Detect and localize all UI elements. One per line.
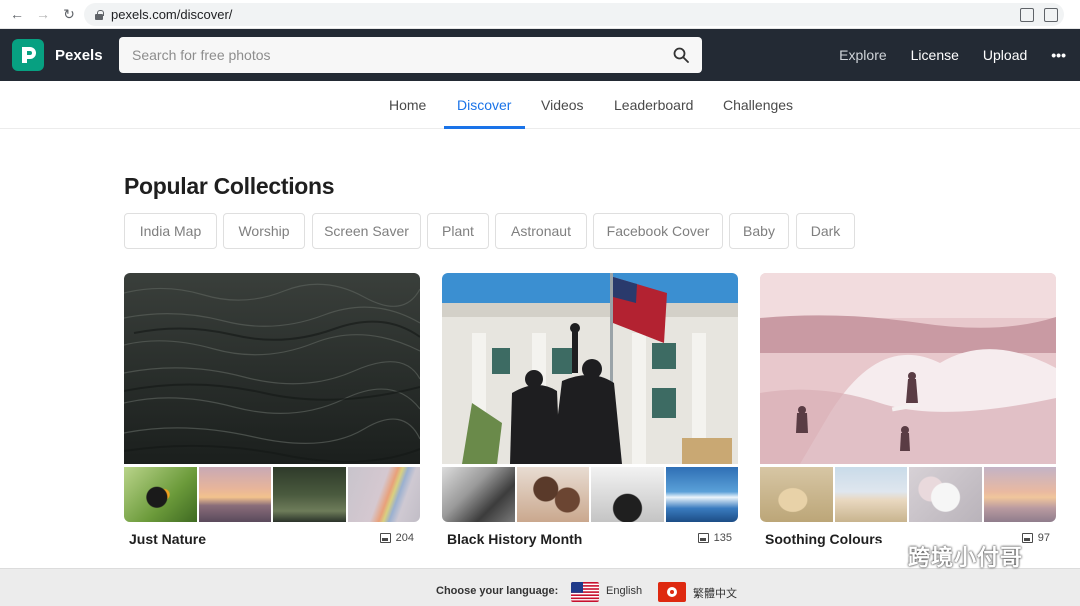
more-menu-icon[interactable]: •••: [1051, 48, 1066, 62]
language-footer: Choose your language: English 繁體中文: [0, 568, 1080, 606]
search-input[interactable]: [132, 47, 652, 63]
thumbnail-image[interactable]: [273, 467, 346, 522]
collection-title[interactable]: Just Nature: [129, 531, 206, 547]
thumbnail-image[interactable]: [442, 467, 515, 522]
back-icon[interactable]: ←: [4, 0, 30, 29]
collection-count: 97: [1021, 532, 1050, 544]
active-tab-indicator: [444, 126, 525, 129]
thumbnail-image[interactable]: [198, 467, 271, 522]
thumbnail-image[interactable]: [591, 467, 664, 522]
share-icon[interactable]: [1044, 7, 1058, 22]
thumbnail-image[interactable]: [834, 467, 907, 522]
browser-toolbar: ← → ↻ pexels.com/discover/: [0, 0, 1080, 29]
collection-cover-image[interactable]: [124, 273, 420, 464]
language-traditional-chinese[interactable]: 繁體中文: [693, 585, 737, 601]
thumbnail-image[interactable]: [124, 467, 197, 522]
thumbnail-image[interactable]: [347, 467, 420, 522]
wechat-icon: [867, 543, 901, 568]
us-flag-icon[interactable]: [571, 582, 599, 602]
collection-cover-image[interactable]: [760, 273, 1056, 464]
lock-icon: [94, 9, 104, 20]
collection-count-value: 135: [713, 532, 732, 544]
collection-count: 135: [697, 532, 732, 544]
address-url: pexels.com/discover/: [111, 7, 233, 22]
thumbnail-image[interactable]: [909, 467, 982, 522]
chip-facebook-cover[interactable]: Facebook Cover: [593, 213, 723, 249]
translate-icon[interactable]: [1020, 7, 1034, 22]
collection-thumbnails: [124, 467, 420, 522]
photos-icon: [1021, 533, 1033, 543]
thumbnail-image[interactable]: [983, 467, 1056, 522]
collection-count-value: 97: [1037, 532, 1050, 544]
collection-count-value: 204: [395, 532, 414, 544]
tab-videos[interactable]: Videos: [541, 81, 584, 129]
thumbnail-image[interactable]: [760, 467, 833, 522]
language-english[interactable]: English: [606, 585, 642, 597]
thumbnail-image[interactable]: [516, 467, 589, 522]
chip-astronaut[interactable]: Astronaut: [495, 213, 587, 249]
collection-thumbnails: [760, 467, 1056, 522]
chip-india-map[interactable]: India Map: [124, 213, 217, 249]
thumbnail-image[interactable]: [665, 467, 738, 522]
forward-icon[interactable]: →: [30, 0, 56, 29]
tab-home[interactable]: Home: [389, 81, 426, 129]
chip-dark[interactable]: Dark: [796, 213, 855, 249]
photos-icon: [379, 533, 391, 543]
nav-upload[interactable]: Upload: [983, 47, 1027, 63]
search-icon[interactable]: [673, 47, 689, 63]
page-title: Popular Collections: [124, 173, 335, 199]
watermark: 跨境小付哥: [866, 540, 1023, 572]
photos-icon: [697, 533, 709, 543]
nav-explore[interactable]: Explore: [839, 47, 886, 63]
tab-challenges[interactable]: Challenges: [723, 81, 793, 129]
collection-thumbnails: [442, 467, 738, 522]
chip-worship[interactable]: Worship: [223, 213, 305, 249]
watermark-text: 跨境小付哥: [908, 545, 1024, 570]
brand-name[interactable]: Pexels: [55, 29, 103, 81]
tab-discover[interactable]: Discover: [457, 81, 511, 129]
secondary-nav: Home Discover Videos Leaderboard Challen…: [0, 81, 1080, 129]
nav-license[interactable]: License: [911, 47, 959, 63]
language-label: Choose your language:: [436, 585, 559, 597]
search-bar[interactable]: [119, 37, 702, 73]
collection-cover-image[interactable]: [442, 273, 738, 464]
pexels-logo-icon[interactable]: [12, 39, 44, 71]
collection-count: 204: [379, 532, 414, 544]
collection-title[interactable]: Black History Month: [447, 531, 582, 547]
chip-baby[interactable]: Baby: [729, 213, 789, 249]
hk-flag-icon[interactable]: [658, 582, 686, 602]
collection-title[interactable]: Soothing Colours: [765, 531, 882, 547]
chip-screen-saver[interactable]: Screen Saver: [312, 213, 421, 249]
site-header: Pexels Explore License Upload •••: [0, 29, 1080, 81]
reload-icon[interactable]: ↻: [56, 0, 82, 29]
tab-leaderboard[interactable]: Leaderboard: [614, 81, 693, 129]
address-bar[interactable]: pexels.com/discover/: [84, 3, 1064, 26]
chip-plant[interactable]: Plant: [427, 213, 489, 249]
